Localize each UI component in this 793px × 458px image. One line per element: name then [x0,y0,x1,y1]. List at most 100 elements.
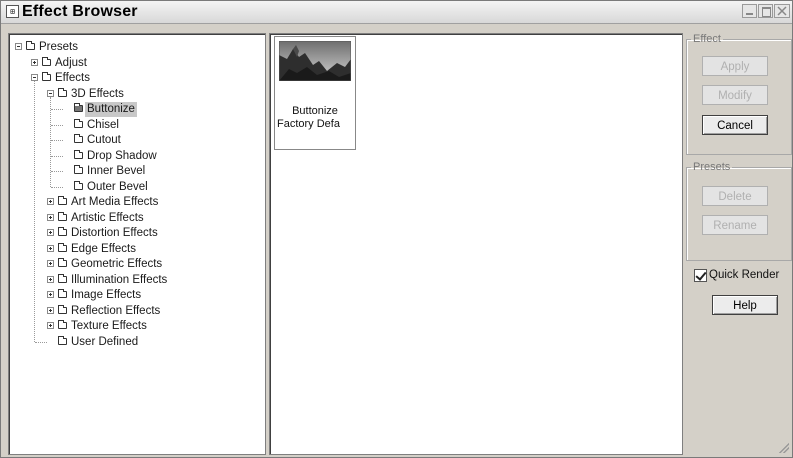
tree-item-label: Inner Bevel [87,165,146,177]
folder-icon [58,211,67,221]
folder-icon [58,242,67,252]
tree-item[interactable]: Distortion Effects [9,226,263,241]
tree-item[interactable]: Inner Bevel [9,164,263,179]
tree-item-label: Buttonize [85,102,137,117]
tree-item[interactable]: Effects [9,71,263,86]
expand-icon[interactable] [47,229,54,236]
rename-button[interactable]: Rename [702,215,768,235]
tree-item-label: Distortion Effects [71,227,158,239]
tree-branch-line [51,109,63,110]
quick-render-label[interactable]: Quick Render [709,268,779,283]
expand-icon[interactable] [47,244,54,252]
tree-item-label: Geometric Effects [71,258,163,270]
tree-item[interactable]: Drop Shadow [9,149,263,164]
folder-icon [58,335,67,345]
effect-group-label: Effect [693,33,721,45]
title-bar[interactable]: ⊞ Effect Browser [1,1,792,24]
expand-icon[interactable] [47,306,54,314]
folder-icon [58,289,67,298]
tree-item-label: Art Media Effects [71,196,159,208]
expand-icon[interactable] [47,198,54,205]
cancel-button[interactable]: Cancel [702,115,768,135]
tree-item[interactable]: Texture Effects [9,319,263,334]
folder-icon [58,304,67,314]
tree-item[interactable]: Cutout [9,133,263,148]
tree-branch-line [51,155,63,157]
close-icon [777,6,787,16]
folder-icon [26,41,35,50]
tree-item-label: Artistic Effects [71,211,144,224]
folder-icon [58,273,67,283]
tree-item[interactable]: Reflection Effects [9,304,263,319]
window-menu-icon[interactable]: ⊞ [6,5,19,18]
tree-branch-line [35,341,47,343]
tree-item-label: Adjust [55,56,87,69]
tree-branch-line [51,171,63,172]
folder-icon [74,180,83,190]
tree-item[interactable]: User Defined [9,335,263,350]
folder-icon [42,56,51,66]
folder-icon [58,196,67,205]
folder-icon [74,118,83,128]
expand-icon[interactable] [47,291,54,298]
tree-item[interactable]: Presets [9,40,263,55]
folder-icon [74,149,83,159]
tree-item[interactable]: Illumination Effects [9,273,263,288]
expand-icon[interactable] [47,213,54,221]
tree-item-label: Chisel [87,118,119,131]
thumbnail-effect-name: Buttonize [292,105,338,117]
close-button[interactable] [774,4,790,18]
expand-icon[interactable] [47,275,54,283]
tree-item-label: Illumination Effects [71,273,168,286]
tree-item[interactable]: Geometric Effects [9,257,263,272]
collapse-icon[interactable] [31,74,38,81]
tree-item-label: Cutout [87,134,121,146]
tree-item-label: Texture Effects [71,320,147,332]
quick-render-checkbox[interactable] [694,269,707,282]
collapse-icon[interactable] [15,43,22,50]
tree-branch-line [51,124,63,126]
tree-item[interactable]: 3D Effects [9,87,263,102]
expand-icon[interactable] [31,58,38,66]
resize-grip[interactable] [779,443,789,453]
tree-item[interactable]: Artistic Effects [9,211,263,226]
tree-item[interactable]: Outer Bevel [9,180,263,195]
presets-group: Presets [686,161,792,261]
tree-branch-line [51,186,63,188]
maximize-icon [762,7,771,17]
tree-item-label: 3D Effects [71,87,124,100]
effect-tree[interactable]: Presets Adjust Effects 3D Effects Buttonize C… [8,33,266,455]
tree-item-label: Image Effects [71,289,142,301]
maximize-button[interactable] [758,4,773,18]
folder-icon [74,134,83,143]
modify-button[interactable]: Modify [702,85,768,105]
presets-group-label: Presets [693,161,731,173]
folder-icon [58,320,67,329]
apply-button[interactable]: Apply [702,56,768,76]
tree-item-label: Reflection Effects [71,304,161,317]
window-title: Effect Browser [22,3,138,20]
tree-item[interactable]: Chisel [9,118,263,133]
minimize-icon [746,13,753,15]
tree-item-label: Outer Bevel [87,180,148,193]
open-folder-icon [74,103,83,112]
help-button[interactable]: Help [712,295,778,315]
delete-button[interactable]: Delete [702,186,768,206]
preset-thumbnail-area[interactable]: Buttonize Factory Defa [269,33,683,455]
tree-branch-line [51,140,63,141]
expand-icon[interactable] [47,322,54,329]
tree-item-label: Drop Shadow [87,149,157,162]
tree-item[interactable]: Image Effects [9,288,263,303]
dialog-body: Presets Adjust Effects 3D Effects Buttonize C… [2,31,792,455]
tree-item[interactable]: Edge Effects [9,242,263,257]
folder-icon [58,227,67,236]
expand-icon[interactable] [47,260,54,267]
tree-item[interactable]: Art Media Effects [9,195,263,210]
tree-item[interactable]: Buttonize [9,102,263,117]
preset-thumbnail[interactable]: Buttonize Factory Defa [274,36,356,150]
collapse-icon[interactable] [47,89,54,97]
tree-item[interactable]: Adjust [9,56,263,71]
tree-item-label: Edge Effects [71,242,136,255]
minimize-button[interactable] [742,4,757,18]
effect-browser-window: ⊞ Effect Browser Presets Adjust Effects 3D … [0,0,793,458]
